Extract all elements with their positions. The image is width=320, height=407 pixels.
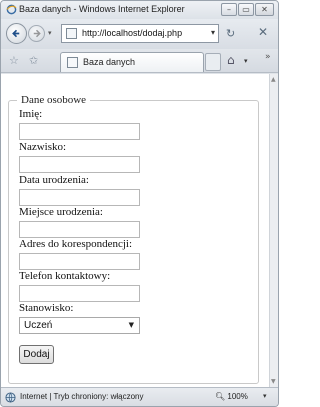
new-tab-button[interactable] xyxy=(205,53,221,71)
status-bar: Internet | Tryb chroniony: włączony 🔍︎ 1… xyxy=(1,387,278,406)
zoom-value: 100% xyxy=(227,392,248,401)
browser-window: Baza danych - Windows Internet Explorer … xyxy=(0,0,279,407)
status-text: Internet | Tryb chroniony: włączony xyxy=(20,392,144,401)
ie-logo-icon xyxy=(6,4,17,15)
add-favorites-icon[interactable]: ✩ xyxy=(29,54,38,67)
close-button[interactable]: ✕ xyxy=(255,3,274,16)
home-icon[interactable]: ⌂ xyxy=(227,53,235,67)
tab-bar: ☆ ✩ Baza danych ⌂ ▾ » xyxy=(1,49,278,73)
zoom-dropdown[interactable]: ▾ xyxy=(263,392,267,400)
position-select[interactable]: Uczeń ▼ xyxy=(19,317,140,334)
first-name-input[interactable] xyxy=(19,123,140,140)
navigation-bar: ▾ http://localhost/dodaj.php ▾ ↻ ✕ xyxy=(1,19,278,49)
birth-place-label: Miejsce urodzenia: xyxy=(19,206,103,218)
birth-place-input[interactable] xyxy=(19,221,140,238)
vertical-scrollbar[interactable]: ▲ ▼ xyxy=(269,74,278,387)
scroll-up-icon[interactable]: ▲ xyxy=(271,76,276,83)
tab-label: Baza danych xyxy=(83,57,136,67)
position-label: Stanowisko: xyxy=(19,302,74,314)
zoom-level[interactable]: 🔍︎ 100% xyxy=(215,392,248,401)
title-bar: Baza danych - Windows Internet Explorer … xyxy=(1,1,278,19)
fieldset-legend: Dane osobowe xyxy=(21,94,87,106)
birth-date-label: Data urodzenia: xyxy=(19,174,89,186)
page-icon xyxy=(67,57,78,68)
first-name-label: Imię: xyxy=(19,108,43,120)
forward-arrow-icon xyxy=(33,29,41,38)
phone-label: Telefon kontaktowy: xyxy=(19,270,111,282)
tab-baza-danych[interactable]: Baza danych xyxy=(60,52,204,72)
window-title: Baza danych - Windows Internet Explorer xyxy=(19,4,185,14)
scroll-down-icon[interactable]: ▼ xyxy=(271,378,276,385)
last-name-label: Nazwisko: xyxy=(19,141,67,153)
address-url: http://localhost/dodaj.php xyxy=(82,28,183,38)
last-name-input[interactable] xyxy=(19,156,140,173)
refresh-button[interactable]: ↻ xyxy=(226,27,235,40)
minimize-button[interactable]: – xyxy=(221,3,237,16)
recent-pages-dropdown[interactable]: ▾ xyxy=(48,29,52,37)
address-input[interactable] xyxy=(19,253,140,270)
address-field[interactable]: http://localhost/dodaj.php ▾ xyxy=(61,24,219,43)
back-arrow-icon xyxy=(12,29,20,38)
page-icon xyxy=(66,28,77,39)
page-content: Dane osobowe Imię: Nazwisko: Data urodze… xyxy=(1,74,269,387)
add-button[interactable]: Dodaj xyxy=(19,345,54,364)
globe-icon xyxy=(5,392,16,403)
birth-date-input[interactable] xyxy=(19,189,140,206)
more-tools-icon[interactable]: » xyxy=(265,52,271,62)
position-selected-value: Uczeń xyxy=(24,320,53,331)
address-label: Adres do korespondencji: xyxy=(19,238,133,250)
forward-button[interactable] xyxy=(28,25,45,42)
chevron-down-icon: ▼ xyxy=(128,321,134,329)
home-dropdown[interactable]: ▾ xyxy=(244,57,248,65)
star-icon[interactable]: ☆ xyxy=(9,54,19,67)
maximize-button[interactable]: ▭ xyxy=(238,3,254,16)
back-button[interactable] xyxy=(6,23,27,44)
address-dropdown[interactable]: ▾ xyxy=(211,28,215,37)
stop-button[interactable]: ✕ xyxy=(258,25,268,39)
phone-input[interactable] xyxy=(19,285,140,302)
